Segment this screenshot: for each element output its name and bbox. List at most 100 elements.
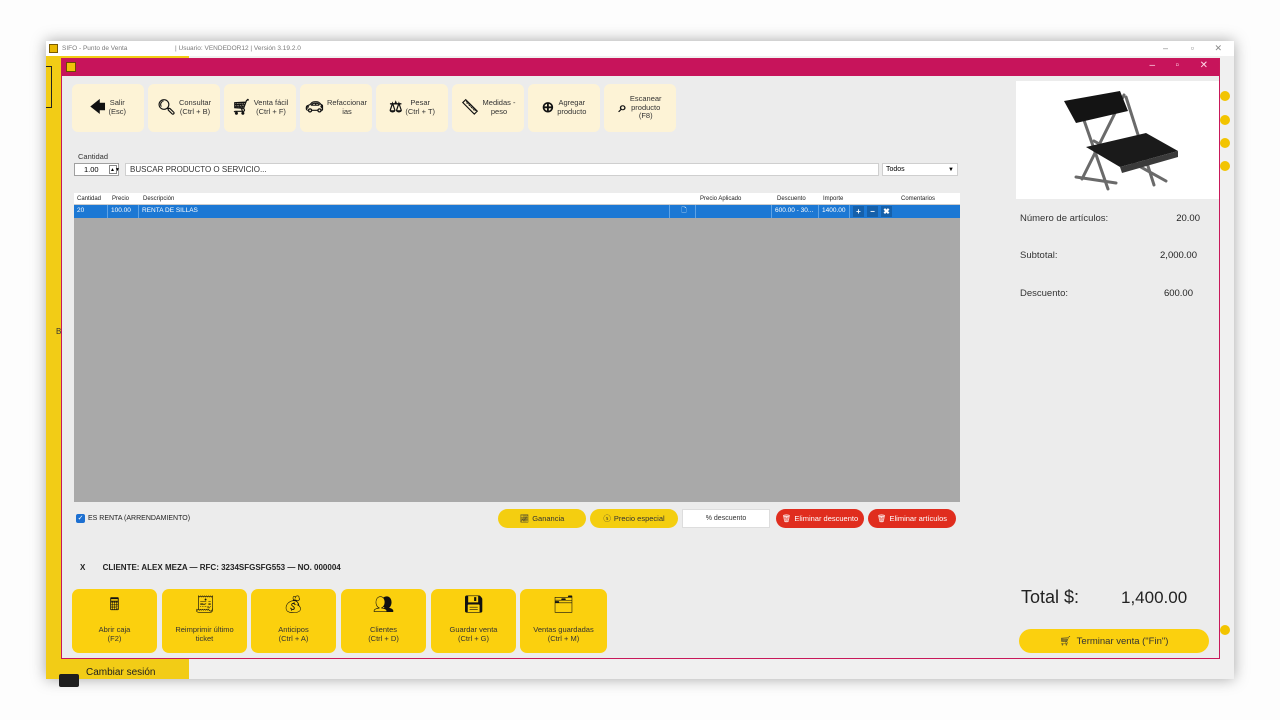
scan-icon: ⌕	[618, 99, 627, 117]
column-header[interactable]: Importe	[820, 193, 850, 204]
filter-select[interactable]: Todos ▼	[882, 163, 958, 176]
column-header[interactable]: Precio	[109, 193, 139, 204]
refaccionarias-button[interactable]: 🚗︎ Refaccionar ias	[300, 84, 372, 132]
cambiar-sesion-button[interactable]: Cambiar sesión	[86, 667, 155, 678]
bg-indicator	[1220, 91, 1230, 101]
bg-indicator	[1220, 161, 1230, 171]
app-logo-icon	[49, 44, 58, 53]
cash-register-icon: 🖩	[109, 595, 120, 614]
search-icon: 🔍︎	[156, 99, 176, 117]
main-maximize-button[interactable]: ▫	[1191, 41, 1194, 56]
abrir-caja-button[interactable]: 🖩 Abrir caja (F2)	[72, 589, 157, 653]
toolbar: 🡄 Salir (Esc) 🔍︎ Consultar (Ctrl + B) 🛒︎…	[72, 84, 692, 132]
venta-facil-button[interactable]: 🛒︎ Venta fácil (Ctrl + F)	[224, 84, 296, 132]
subtotal-value: 2,000.00	[1160, 250, 1197, 261]
cell-importe[interactable]: 1400.00	[819, 205, 850, 218]
trash-icon: 🗑︎	[781, 514, 792, 523]
column-header[interactable]: Precio Aplicado	[697, 193, 767, 204]
folding-chair-image	[1064, 91, 1178, 191]
save-icon: 💾︎	[462, 595, 485, 614]
main-close-button[interactable]: ✕	[1214, 41, 1222, 56]
increase-button[interactable]: +	[853, 206, 864, 217]
cliente-text: CLIENTE: ALEX MEZA — RFC: 3234SFGSFG553 …	[102, 563, 341, 572]
receipt-icon: 🧾︎	[193, 595, 216, 614]
subtotal-label: Subtotal:	[1020, 250, 1058, 261]
cantidad-input[interactable]: 1.00 ▲▼	[74, 163, 120, 176]
search-input[interactable]: BUSCAR PRODUCTO O SERVICIO...	[125, 163, 879, 176]
main-minimize-button[interactable]: –	[1163, 41, 1168, 56]
cell-precio[interactable]: 100.00	[108, 205, 139, 218]
eliminar-descuento-button[interactable]: 🗑︎ Eliminar descuento	[776, 509, 864, 528]
clientes-button[interactable]: 👥︎ Clientes (Ctrl + D)	[341, 589, 426, 653]
sidebar-selected-item[interactable]	[46, 66, 52, 108]
cantidad-stepper[interactable]: ▲▼	[109, 165, 120, 174]
cell-descripcion[interactable]: RENTA DE SILLAS	[139, 205, 670, 218]
cell-precio-aplicado[interactable]	[696, 205, 772, 218]
main-title-bar: SIFO - Punto de Venta | Usuario: VENDEDO…	[46, 41, 1234, 56]
product-image	[1016, 81, 1219, 199]
descuento-label: Descuento:	[1020, 288, 1069, 299]
eliminar-articulos-button[interactable]: 🗑︎ Eliminar artículos	[868, 509, 956, 528]
agregar-producto-button[interactable]: ⊕ Agregar producto	[528, 84, 600, 132]
cell-comentarios[interactable]	[896, 205, 960, 218]
plus-circle-icon: ⊕	[541, 99, 555, 117]
checkmark-icon: ✓	[76, 514, 85, 523]
money-bag-icon: 💰︎	[282, 595, 305, 614]
subtotal-summary: Subtotal: 2,000.00	[1020, 250, 1197, 261]
anticipos-button[interactable]: 💰︎ Anticipos (Ctrl + A)	[251, 589, 336, 653]
ganancia-button[interactable]: 📈︎ Ganancia	[498, 509, 586, 528]
renta-checkbox[interactable]: ✓ ES RENTA (ARRENDAMIENTO)	[76, 514, 190, 523]
table-header: Cantidad Precio Descripción Precio Aplic…	[74, 193, 960, 205]
articulos-value: 20.00	[1176, 213, 1200, 224]
descuento-input[interactable]: % descuento	[682, 509, 770, 528]
bg-indicator	[1220, 625, 1230, 635]
cart-icon: 🛒︎	[231, 99, 251, 117]
precio-especial-button[interactable]: ⓢ Precio especial	[590, 509, 678, 528]
modal-maximize-button[interactable]: ▫	[1175, 60, 1179, 71]
column-header[interactable]: Comentarios	[898, 193, 958, 204]
cart-icon: 🛒︎	[1059, 635, 1072, 647]
total-label: Total $:	[1021, 587, 1080, 607]
app-logo-icon	[66, 62, 76, 72]
descuento-summary: Descuento: 600.00	[1020, 288, 1193, 299]
articulos-summary: Número de artículos: 20.00	[1020, 213, 1200, 224]
table-row[interactable]: 20 100.00 RENTA DE SILLAS 🗋 600.00 - 30.…	[74, 205, 960, 218]
cell-descuento[interactable]: 600.00 - 30...	[772, 205, 819, 218]
modal-close-button[interactable]: ✕	[1200, 60, 1208, 71]
chart-line-icon: 📈︎	[519, 514, 530, 523]
remove-row-button[interactable]: ✖	[881, 206, 892, 217]
decrease-button[interactable]: −	[867, 206, 878, 217]
cantidad-label: Cantidad	[78, 152, 109, 161]
column-header[interactable]: Descripción	[140, 193, 340, 204]
cash-register-icon	[59, 674, 79, 687]
users-icon: 👥︎	[372, 595, 395, 614]
bg-indicator	[1220, 138, 1230, 148]
modal-title-bar: – ▫ ✕	[62, 59, 1219, 76]
car-icon: 🚗︎	[304, 99, 324, 117]
total-value: 1,400.00	[1121, 588, 1188, 607]
screen: SIFO - Punto de Venta | Usuario: VENDEDO…	[0, 0, 1280, 720]
escanear-producto-button[interactable]: ⌕ Escanear producto (F8)	[604, 84, 676, 132]
remove-cliente-button[interactable]: X	[80, 563, 85, 572]
trash-icon: 🗑︎	[876, 514, 887, 523]
modal-minimize-button[interactable]: –	[1149, 60, 1155, 71]
salir-button[interactable]: 🡄 Salir (Esc)	[72, 84, 144, 132]
sale-modal: – ▫ ✕ 🡄 Salir (Esc) 🔍︎ Consultar (Ctrl +…	[61, 58, 1220, 659]
column-header[interactable]: Descuento	[774, 193, 819, 204]
descuento-value: 600.00	[1163, 288, 1193, 299]
document-icon[interactable]: 🗋	[670, 205, 696, 218]
medidas-peso-button[interactable]: 📏︎ Medidas - peso	[452, 84, 524, 132]
consultar-button[interactable]: 🔍︎ Consultar (Ctrl + B)	[148, 84, 220, 132]
cell-cantidad[interactable]: 20	[74, 205, 108, 218]
pesar-button[interactable]: ⚖︎ Pesar (Ctrl + T)	[376, 84, 448, 132]
ventas-guardadas-button[interactable]: 🗂︎ Ventas guardadas (Ctrl + M)	[520, 589, 607, 653]
terminar-venta-button[interactable]: 🛒︎ Terminar venta ("Fin")	[1019, 629, 1209, 653]
back-arrow-icon: 🡄	[90, 99, 106, 117]
saved-sales-icon: 🗂︎	[552, 595, 575, 614]
articulos-label: Número de artículos:	[1020, 213, 1109, 224]
cliente-info: X CLIENTE: ALEX MEZA — RFC: 3234SFGSFG55…	[80, 563, 341, 572]
column-header[interactable]: Cantidad	[74, 193, 107, 204]
reimprimir-ticket-button[interactable]: 🧾︎ Reimprimir último ticket	[162, 589, 247, 653]
chevron-down-icon: ▼	[948, 167, 954, 173]
guardar-venta-button[interactable]: 💾︎ Guardar venta (Ctrl + G)	[431, 589, 516, 653]
